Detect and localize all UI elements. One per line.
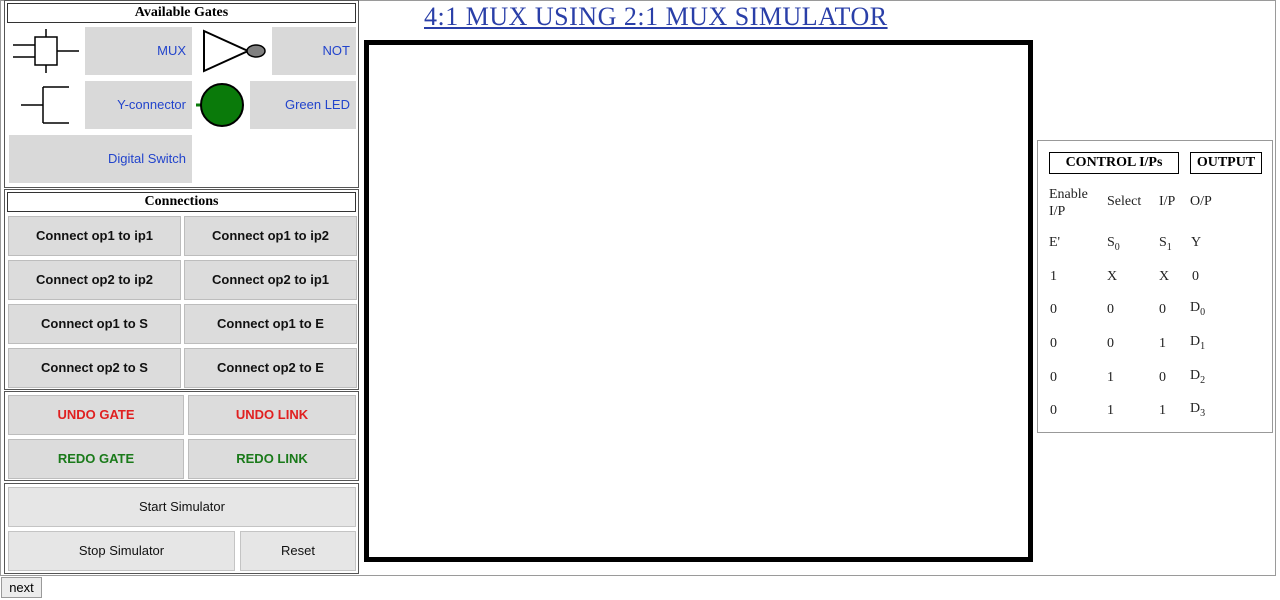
symbol-s0: S0 [1107, 235, 1120, 253]
redo-link-button[interactable]: REDO LINK [188, 439, 356, 479]
output-sub: 3 [1200, 407, 1206, 419]
symbol-e: E' [1049, 235, 1061, 250]
symbol-y: Y [1191, 235, 1202, 250]
redo-gate-button[interactable]: REDO GATE [8, 439, 184, 479]
gate-y-connector[interactable]: Y-connector [9, 81, 192, 129]
connect-op1-ip2-button[interactable]: Connect op1 to ip2 [184, 216, 357, 256]
row-cell-output: D0 [1190, 300, 1205, 318]
output-sub: 1 [1200, 340, 1206, 352]
row-cell: 0 [1192, 269, 1199, 284]
available-gates-title: Available Gates [7, 3, 356, 23]
symbol-s1: S1 [1159, 235, 1172, 253]
output-letter: D [1190, 368, 1201, 383]
output-letter: D [1190, 401, 1201, 416]
row-cell: X [1159, 269, 1170, 284]
gate-mux-label: MUX [157, 43, 186, 58]
row-cell: 0 [1107, 336, 1114, 351]
row-cell: 1 [1159, 403, 1166, 418]
row-cell: 0 [1050, 336, 1057, 351]
connect-op2-s-button[interactable]: Connect op2 to S [8, 348, 181, 388]
y-connector-icon [9, 81, 85, 129]
col-enable-label: Enable I/P [1049, 187, 1088, 219]
row-cell: 0 [1050, 370, 1057, 385]
green-led-icon [196, 81, 250, 129]
connect-op1-s-button[interactable]: Connect op1 to S [8, 304, 181, 344]
available-gates-panel: Available Gates MUX NOT Y-connector Gree… [4, 0, 359, 188]
reset-button[interactable]: Reset [240, 531, 356, 571]
symbol-s1-sub: 1 [1166, 241, 1172, 253]
row-cell: 1 [1159, 336, 1166, 351]
start-simulator-button[interactable]: Start Simulator [8, 487, 356, 527]
output-letter: D [1190, 300, 1201, 315]
truth-table-panel: CONTROL I/Ps OUTPUT Enable I/P Select I/… [1037, 140, 1273, 433]
gate-digital-switch-label: Digital Switch [107, 151, 186, 166]
col-select-label: Select [1107, 194, 1142, 209]
simulator-canvas[interactable] [364, 40, 1033, 562]
row-cell-output: D3 [1190, 401, 1205, 419]
simulator-controls-panel: Start Simulator Stop Simulator Reset [4, 483, 359, 574]
stop-simulator-button[interactable]: Stop Simulator [8, 531, 235, 571]
connections-title: Connections [7, 192, 356, 212]
not-gate-icon [196, 27, 272, 75]
row-cell: 1 [1107, 370, 1114, 385]
row-cell-output: D1 [1190, 334, 1205, 352]
symbol-s0-letter: S [1107, 235, 1115, 250]
connect-op2-ip2-button[interactable]: Connect op2 to ip2 [8, 260, 181, 300]
output-letter: D [1190, 334, 1201, 349]
page-title: 4:1 MUX USING 2:1 MUX SIMULATOR [424, 2, 888, 31]
gate-not[interactable]: NOT [196, 27, 356, 75]
symbol-s1-letter: S [1159, 235, 1167, 250]
col-ip-label: I/P [1159, 194, 1176, 209]
symbol-s0-sub: 0 [1114, 241, 1120, 253]
connect-op1-ip1-button[interactable]: Connect op1 to ip1 [8, 216, 181, 256]
col-op-label: O/P [1190, 194, 1212, 209]
row-cell-output: D2 [1190, 368, 1205, 386]
gate-not-label: NOT [322, 43, 350, 58]
row-cell: 1 [1107, 403, 1114, 418]
connect-op2-ip1-button[interactable]: Connect op2 to ip1 [184, 260, 357, 300]
row-cell: 0 [1050, 302, 1057, 317]
connect-op1-e-button[interactable]: Connect op1 to E [184, 304, 357, 344]
connect-op2-e-button[interactable]: Connect op2 to E [184, 348, 357, 388]
connections-panel: Connections Connect op1 to ip1 Connect o… [4, 189, 359, 390]
undo-gate-button[interactable]: UNDO GATE [8, 395, 184, 435]
mux-icon [9, 27, 85, 75]
gate-green-led-label: Green LED [284, 97, 350, 112]
row-cell: 0 [1050, 403, 1057, 418]
gate-mux[interactable]: MUX [9, 27, 192, 75]
row-cell: 0 [1159, 302, 1166, 317]
row-cell: 0 [1107, 302, 1114, 317]
gate-y-connector-label: Y-connector [117, 97, 186, 112]
control-inputs-header: CONTROL I/Ps [1049, 152, 1179, 174]
output-sub: 0 [1200, 306, 1206, 318]
output-header: OUTPUT [1190, 152, 1262, 174]
row-cell: 0 [1159, 370, 1166, 385]
row-cell: 1 [1050, 269, 1057, 284]
history-panel: UNDO GATE UNDO LINK REDO GATE REDO LINK [4, 391, 359, 481]
gate-green-led[interactable]: Green LED [196, 81, 356, 129]
row-cell: X [1107, 269, 1118, 284]
gate-digital-switch[interactable]: Digital Switch [9, 135, 192, 183]
undo-link-button[interactable]: UNDO LINK [188, 395, 356, 435]
output-sub: 2 [1200, 374, 1206, 386]
next-button[interactable]: next [1, 577, 42, 598]
